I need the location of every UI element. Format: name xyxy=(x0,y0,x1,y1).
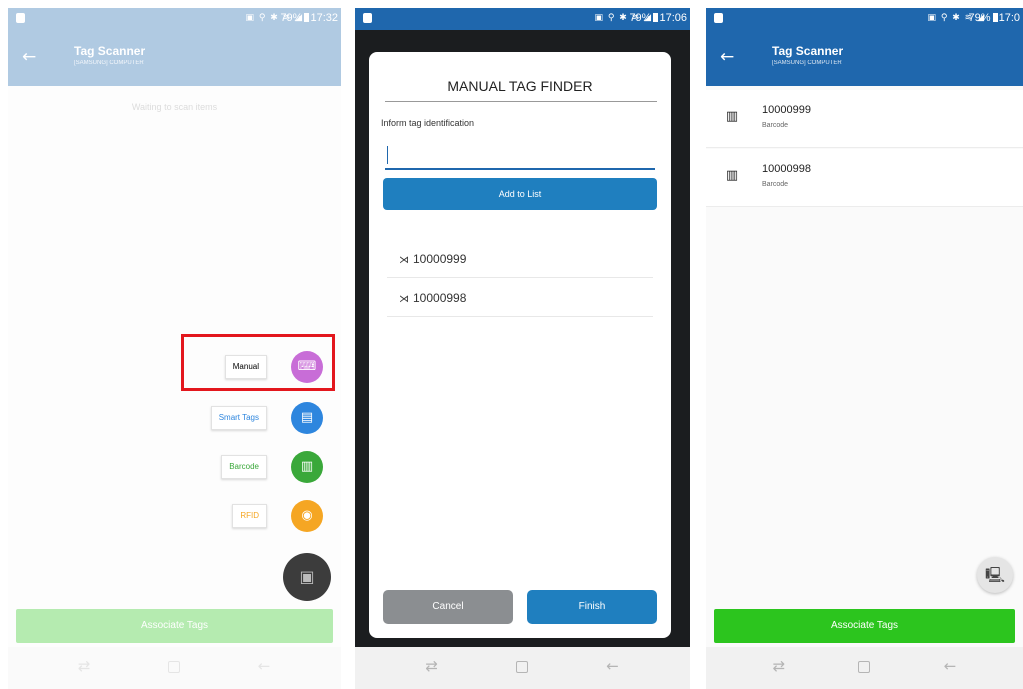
inform-label: Inform tag identification xyxy=(381,118,475,128)
text-caret xyxy=(387,146,388,164)
battery-percent: 79% xyxy=(280,12,303,24)
app-subtitle: [SAMSUNG] COMPUTER xyxy=(772,60,842,66)
status-bar: ▣ ⚲ ✱ ≋ ◢ 79% 17:06 xyxy=(355,8,690,30)
rfid-icon[interactable]: ◉ xyxy=(291,500,323,532)
tag-code: 10000998 xyxy=(413,291,467,305)
battery-icon xyxy=(992,13,998,22)
smart-tag-icon[interactable]: ▤ xyxy=(291,402,323,434)
tag-id-input[interactable] xyxy=(385,142,655,170)
status-bar: ▣ ⚲ ✱ ≋ ◢ 79% 17:32 xyxy=(8,8,341,30)
manual-tag-finder-dialog: MANUAL TAG FINDER Inform tag identificat… xyxy=(369,52,671,638)
associate-tags-button[interactable]: Associate Tags xyxy=(16,609,333,643)
title-divider xyxy=(385,101,657,102)
notification-icon xyxy=(363,13,372,23)
rfid-label[interactable]: RFID xyxy=(232,504,267,528)
notification-icon xyxy=(16,13,25,23)
android-nav-bar: ⇄ ← xyxy=(8,647,341,689)
app-bar: ← Tag Scanner [SAMSUNG] COMPUTER xyxy=(8,30,341,86)
associate-tags-button[interactable]: Associate Tags xyxy=(714,609,1015,643)
back-arrow-icon[interactable]: ← xyxy=(720,47,734,67)
waiting-message: Waiting to scan items xyxy=(131,102,218,112)
tag-icon: ⋊ xyxy=(399,255,409,266)
status-bar: ▣ ⚲ ✱ ≋ ◢ 79% 17:0 xyxy=(706,8,1023,30)
battery-percent: 79% xyxy=(968,12,991,24)
status-time: 79% 17:0 xyxy=(969,12,1020,24)
smart-tags-label[interactable]: Smart Tags xyxy=(210,406,267,430)
add-to-list-button[interactable]: Add to List xyxy=(383,178,657,210)
status-time: 79% 17:06 xyxy=(629,12,687,24)
barcode-icon: ▥ xyxy=(725,168,739,183)
android-nav-bar: ⇄ ← xyxy=(355,647,690,689)
speed-dial-main-button[interactable]: ▣ xyxy=(283,553,331,601)
battery-icon xyxy=(304,13,310,22)
android-nav-bar: ⇄ ← xyxy=(706,647,1023,689)
recent-apps-icon[interactable]: ⇄ xyxy=(78,657,91,675)
finish-button[interactable]: Finish xyxy=(527,590,657,624)
nav-back-icon[interactable]: ← xyxy=(606,657,619,675)
list-item[interactable]: ▥ 10000998 Barcode xyxy=(706,149,1023,207)
tag-code: 10000999 xyxy=(762,104,811,116)
phone-screen-speed-dial: ▣ ⚲ ✱ ≋ ◢ 79% 17:32 ← Tag Scanner [SAMSUN… xyxy=(8,8,341,689)
recent-apps-icon[interactable]: ⇄ xyxy=(425,657,438,675)
tag-icon: ⋊ xyxy=(399,294,409,305)
cancel-button[interactable]: Cancel xyxy=(383,590,513,624)
tag-code: 10000999 xyxy=(413,252,467,266)
battery-icon xyxy=(653,13,659,22)
barcode-label[interactable]: Barcode xyxy=(221,455,267,479)
home-icon[interactable] xyxy=(515,661,528,673)
tag-type: Barcode xyxy=(762,181,789,188)
nav-back-icon[interactable]: ← xyxy=(258,657,271,675)
list-item[interactable]: ▥ 10000999 Barcode xyxy=(706,90,1023,148)
tag-code: 10000998 xyxy=(762,163,811,175)
tag-type: Barcode xyxy=(762,122,789,129)
home-icon[interactable] xyxy=(858,661,871,673)
app-title: Tag Scanner xyxy=(74,44,146,58)
list-item[interactable]: ⋊ 10000999 xyxy=(387,240,653,278)
app-subtitle: [SAMSUNG] COMPUTER xyxy=(74,60,144,66)
home-icon[interactable] xyxy=(167,661,180,673)
dialog-title: MANUAL TAG FINDER xyxy=(447,78,593,94)
barcode-icon: ▥ xyxy=(725,109,739,124)
battery-percent: 79% xyxy=(629,12,652,24)
phone-screen-manual-finder: ▣ ⚲ ✱ ≋ ◢ 79% 17:06 MANUAL TAG FINDER Inf… xyxy=(355,8,690,689)
computer-icon[interactable]: 🖳 xyxy=(977,557,1013,593)
list-item[interactable]: ⋊ 10000998 xyxy=(387,279,653,317)
app-bar: ← Tag Scanner [SAMSUNG] COMPUTER xyxy=(706,30,1023,86)
phone-screen-tag-list: ▣ ⚲ ✱ ≋ ◢ 79% 17:0 ← Tag Scanner [SAMSUNG… xyxy=(706,8,1023,689)
barcode-icon[interactable]: ▥ xyxy=(291,451,323,483)
clock: 17:0 xyxy=(998,12,1020,24)
recent-apps-icon[interactable]: ⇄ xyxy=(773,657,786,675)
manual-highlight-box xyxy=(181,334,335,391)
back-arrow-icon[interactable]: ← xyxy=(22,47,36,67)
status-time: 79% 17:32 xyxy=(280,12,338,24)
notification-icon xyxy=(714,13,723,23)
nav-back-icon[interactable]: ← xyxy=(944,657,957,675)
app-title: Tag Scanner xyxy=(772,44,844,58)
clock: 17:32 xyxy=(310,12,338,24)
clock: 17:06 xyxy=(659,12,687,24)
